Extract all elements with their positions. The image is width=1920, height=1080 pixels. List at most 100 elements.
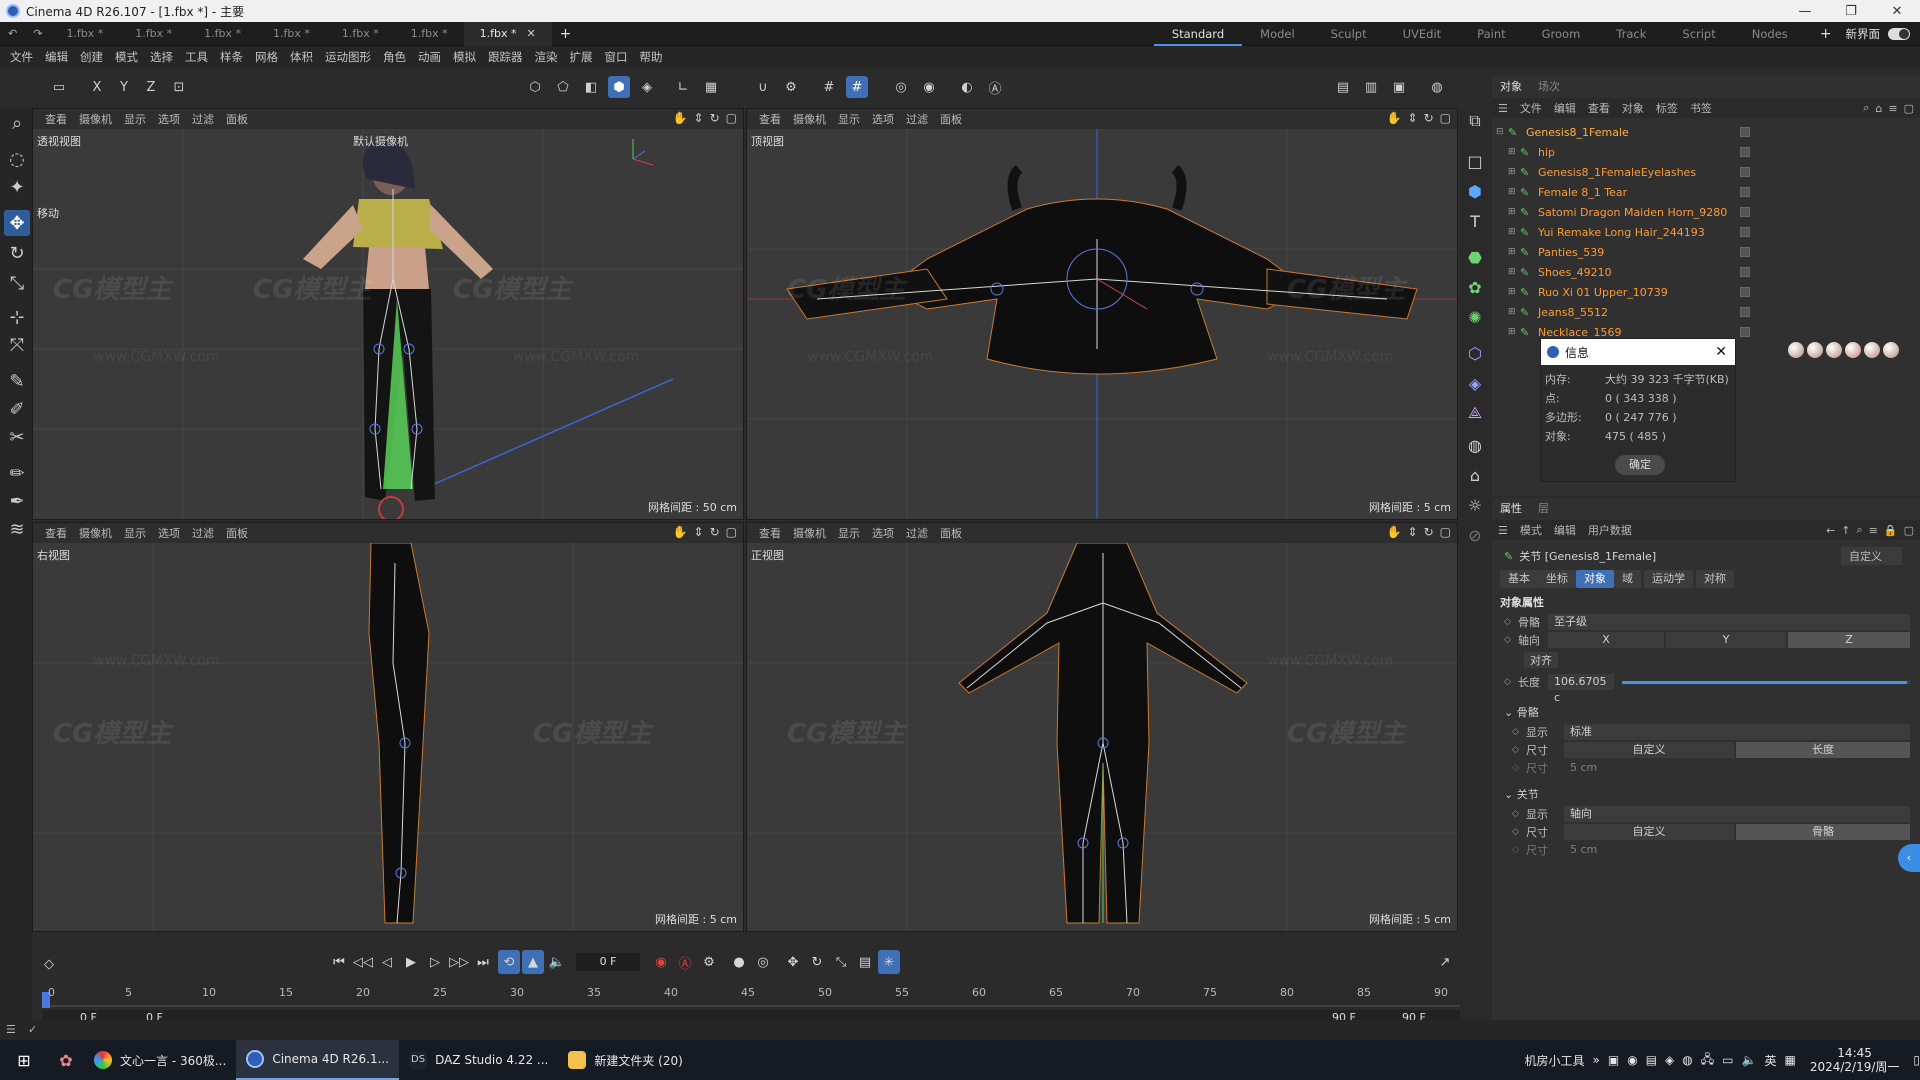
axis-y-button[interactable]: Y xyxy=(113,76,135,98)
subtab-coord[interactable]: 坐标 xyxy=(1538,570,1576,588)
tray-tool-label[interactable]: 机房小工具 xyxy=(1525,1052,1585,1069)
expand-icon[interactable]: ⊞ xyxy=(1508,147,1520,157)
vp-menu-view[interactable]: 查看 xyxy=(759,525,781,541)
close-icon[interactable]: ✕ xyxy=(1715,344,1727,360)
next-frame-icon[interactable]: ▷ xyxy=(424,950,446,974)
timeline-expand-icon[interactable]: ↗ xyxy=(1434,950,1456,974)
pan-icon[interactable]: ✋ xyxy=(673,111,688,125)
subtab-symmetry[interactable]: 对称 xyxy=(1696,570,1734,588)
position-key-icon[interactable]: ✥ xyxy=(782,950,804,974)
menu-spline[interactable]: 样条 xyxy=(214,49,249,65)
vp-menu-filter[interactable]: 过滤 xyxy=(192,525,214,541)
layout-tab-uvedit[interactable]: UVEdit xyxy=(1385,22,1460,46)
material-tag-icon[interactable] xyxy=(1864,342,1880,358)
vp-menu-display[interactable]: 显示 xyxy=(838,111,860,127)
layout-tab-track[interactable]: Track xyxy=(1598,22,1664,46)
menu-edit[interactable]: 编辑 xyxy=(39,49,74,65)
om-menu-object[interactable]: 对象 xyxy=(1622,100,1644,116)
spline-primitive-icon[interactable]: □ xyxy=(1462,148,1488,174)
layout-tab-nodes[interactable]: Nodes xyxy=(1734,22,1806,46)
redo-icon[interactable]: ↷ xyxy=(25,22,50,46)
visibility-checkbox[interactable] xyxy=(1740,247,1750,257)
vp-menu-camera[interactable]: 摄像机 xyxy=(79,111,112,127)
menu-character[interactable]: 角色 xyxy=(377,49,412,65)
vp-menu-panel[interactable]: 面板 xyxy=(940,525,962,541)
transform-tool-icon[interactable]: ⊹ xyxy=(4,304,30,330)
keyframe-diamond-icon[interactable]: ◇ xyxy=(1504,677,1514,687)
visibility-checkbox[interactable] xyxy=(1740,147,1750,157)
dolly-icon[interactable]: ⇕ xyxy=(1408,525,1418,539)
menu-tools[interactable]: 工具 xyxy=(179,49,214,65)
timeline-ruler[interactable]: 0 5 10 15 20 25 30 35 40 45 50 55 60 65 … xyxy=(42,986,1482,1008)
lock-icon[interactable]: 🔒 xyxy=(1884,524,1898,537)
model-mode-icon[interactable]: ▭ xyxy=(48,76,70,98)
console-icon[interactable]: ☰ xyxy=(6,1023,16,1036)
scale-param-icon[interactable]: ⤡ xyxy=(830,950,852,974)
tab-objects[interactable]: 对象 xyxy=(1492,78,1530,94)
maximize-view-icon[interactable]: ▢ xyxy=(726,111,737,125)
expand-icon[interactable]: ⊞ xyxy=(1508,247,1520,257)
visibility-checkbox[interactable] xyxy=(1740,127,1750,137)
tray-app-icon[interactable]: ◉ xyxy=(1627,1053,1637,1067)
goto-end-icon[interactable]: ⏭ xyxy=(472,950,494,974)
om-menu-view[interactable]: 查看 xyxy=(1588,100,1610,116)
menu-mode[interactable]: 模式 xyxy=(109,49,144,65)
collapse-side-panel-icon[interactable]: ‹ xyxy=(1898,844,1920,872)
expand-icon[interactable]: ⊞ xyxy=(1508,327,1520,337)
length-field[interactable]: 106.6705 c xyxy=(1548,674,1614,704)
axis-z-option[interactable]: Z xyxy=(1788,632,1910,648)
menu-mograph[interactable]: 运动图形 xyxy=(319,49,377,65)
preset-dropdown[interactable]: 自定义 xyxy=(1841,547,1902,565)
om-menu-tags[interactable]: 标签 xyxy=(1656,100,1678,116)
notification-icon[interactable]: ▯ xyxy=(1913,1053,1920,1067)
new-interface-toggle[interactable] xyxy=(1888,27,1910,40)
doc-tab[interactable]: 1.fbx * xyxy=(119,22,188,46)
vp-menu-display[interactable]: 显示 xyxy=(124,111,146,127)
object-row[interactable]: ⊞ ✎ Panties_539 xyxy=(1492,242,1920,262)
keyframe-diamond-icon[interactable]: ◇ xyxy=(1512,745,1522,755)
field-icon[interactable]: ◈ xyxy=(1462,370,1488,396)
doc-tab[interactable]: 1.fbx * xyxy=(257,22,326,46)
om-menu-bookmarks[interactable]: 书签 xyxy=(1690,100,1712,116)
dolly-icon[interactable]: ⇕ xyxy=(694,525,704,539)
volume-icon[interactable]: 🔈 xyxy=(1742,1053,1757,1067)
vp-menu-filter[interactable]: 过滤 xyxy=(906,111,928,127)
ok-button[interactable]: 确定 xyxy=(1615,455,1665,475)
viewport-front[interactable]: 查看 摄像机 显示 选项 过滤 面板 ✋ ⇕ ↻ ▢ 正视图 网格间距 : 5 cm … xyxy=(746,522,1458,932)
expand-panel-icon[interactable]: ▢ xyxy=(1904,102,1914,115)
camera-tool-icon[interactable]: ⧉ xyxy=(1462,108,1488,134)
snap-settings-icon[interactable]: ⚙ xyxy=(780,76,802,98)
auto-key-icon[interactable]: Ⓐ xyxy=(984,76,1006,98)
dolly-icon[interactable]: ⇕ xyxy=(694,111,704,125)
object-row[interactable]: ⊞ ✎ Shoes_49210 xyxy=(1492,262,1920,282)
layout-tab-model[interactable]: Model xyxy=(1242,22,1313,46)
vp-menu-camera[interactable]: 摄像机 xyxy=(793,111,826,127)
joint-display-dropdown[interactable]: 轴向 xyxy=(1564,806,1910,822)
taskbar-app-folder[interactable]: 新建文件夹 (20) xyxy=(558,1040,692,1080)
add-tab-icon[interactable]: + xyxy=(552,22,580,46)
object-row[interactable]: ⊞ ✎ Genesis8_1FemaleEyelashes xyxy=(1492,162,1920,182)
doc-tab[interactable]: 1.fbx * xyxy=(326,22,395,46)
expand-icon[interactable]: ⊞ xyxy=(1508,287,1520,297)
snap-tool-icon[interactable]: ⤧ xyxy=(4,332,30,358)
axis-y-option[interactable]: Y xyxy=(1666,632,1786,648)
fps-icon[interactable]: ▲ xyxy=(522,950,544,974)
expand-icon[interactable]: ⊞ xyxy=(1508,167,1520,177)
quantize-icon[interactable]: # xyxy=(846,76,868,98)
rotate-tool-icon[interactable]: ↻ xyxy=(4,240,30,266)
vp-menu-camera[interactable]: 摄像机 xyxy=(793,525,826,541)
move-tool-icon[interactable]: ✥ xyxy=(4,210,30,236)
maximize-view-icon[interactable]: ▢ xyxy=(1440,111,1451,125)
back-arrow-icon[interactable]: ← xyxy=(1826,524,1835,537)
align-button[interactable]: 对齐 xyxy=(1524,652,1558,668)
keyframe-diamond-icon[interactable]: ◇ xyxy=(1512,809,1522,819)
object-row-root[interactable]: ⊟ ✎ Genesis8_1Female xyxy=(1492,122,1920,142)
render-view-icon[interactable]: ▥ xyxy=(1360,76,1382,98)
render-settings-icon[interactable]: ▣ xyxy=(1388,76,1410,98)
pan-icon[interactable]: ✋ xyxy=(673,525,688,539)
size-custom-option[interactable]: 自定义 xyxy=(1564,742,1734,758)
am-menu-userdata[interactable]: 用户数据 xyxy=(1588,522,1632,538)
orbit-icon[interactable]: ↻ xyxy=(710,525,720,539)
keyframe-diamond-icon[interactable]: ◇ xyxy=(1512,727,1522,737)
visibility-checkbox[interactable] xyxy=(1740,227,1750,237)
